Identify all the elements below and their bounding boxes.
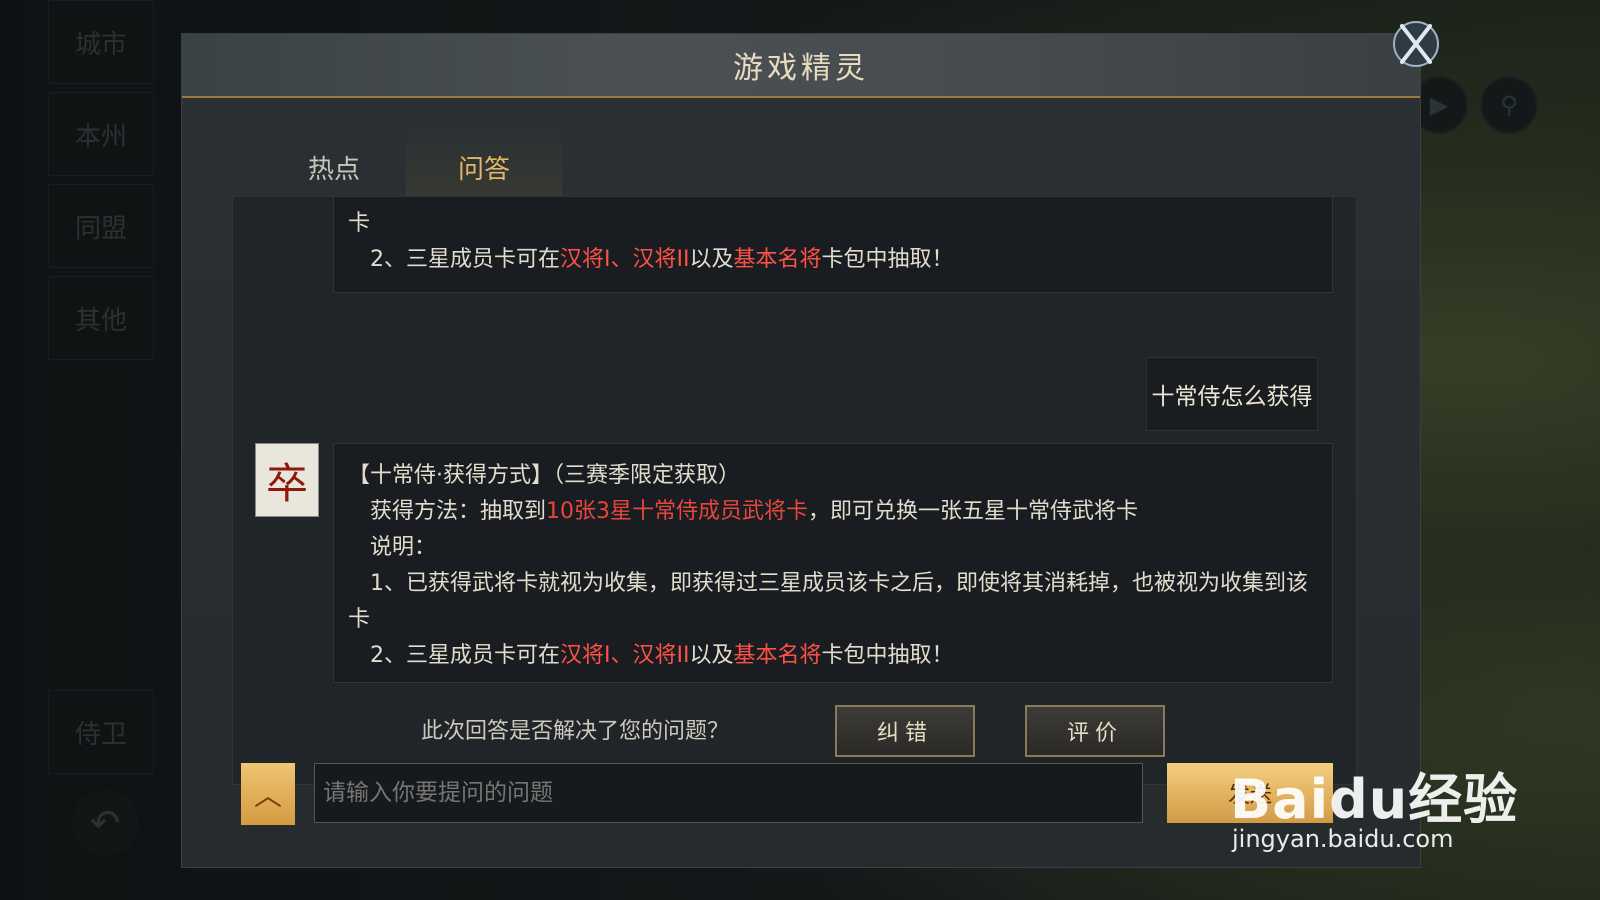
watermark-url: jingyan.baidu.com xyxy=(1232,825,1454,853)
baidu-watermark: Baidu经验 jingyan.baidu.com xyxy=(1230,735,1520,865)
answer-method: 获得方法：抽取到10张3星十常侍成员武将卡，即可兑换一张五星十常侍武将卡 xyxy=(348,494,1318,530)
close-icon xyxy=(1393,21,1439,67)
answer-note-label: 说明： xyxy=(370,535,437,560)
text-segment: 卡包中抽取！ xyxy=(821,643,954,668)
text-segment: 以及 xyxy=(689,643,734,668)
assistant-avatar: 卒 xyxy=(255,443,319,517)
prev-answer-line1: 1、已获得武将卡就视为收集，即获得过三星成员该卡之后，即使将其消耗掉，也被视为收… xyxy=(348,197,1318,206)
close-button[interactable] xyxy=(1388,14,1444,74)
dialog-title: 游戏精灵 xyxy=(733,51,869,86)
answer-bubble: 【十常侍·获得方式】（三赛季限定获取） 获得方法：抽取到10张3星十常侍成员武将… xyxy=(333,443,1333,683)
previous-answer-bubble: 1、已获得武将卡就视为收集，即获得过三星成员该卡之后，即使将其消耗掉，也被视为收… xyxy=(333,197,1333,293)
text-segment: 2、三星成员卡可在 xyxy=(370,247,560,272)
highlight-text: 汉将I、汉将II xyxy=(560,643,690,668)
text-segment: 卡包中抽取！ xyxy=(821,247,954,272)
answer-line1: 1、已获得武将卡就视为收集，即获得过三星成员该卡之后，即使将其消耗掉，也被视为收… xyxy=(370,571,1309,596)
highlight-text: 基本名将 xyxy=(733,643,822,668)
chat-panel[interactable]: 1、已获得武将卡就视为收集，即获得过三星成员该卡之后，即使将其消耗掉，也被视为收… xyxy=(232,196,1357,785)
question-input[interactable] xyxy=(314,763,1143,823)
prev-answer-wrap: 卡 xyxy=(348,211,371,236)
watermark-main: Baidu经验 xyxy=(1230,768,1519,831)
rate-button[interactable]: 评价 xyxy=(1025,705,1165,757)
chevron-up-icon: ︿ xyxy=(253,779,282,812)
highlight-text: 10张3星十常侍成员武将卡 xyxy=(546,499,809,524)
text-segment: ，即可兑换一张五星十常侍武将卡 xyxy=(808,499,1139,524)
text-segment: 2、三星成员卡可在 xyxy=(370,643,560,668)
answer-wrap: 卡 xyxy=(348,607,371,632)
expand-button[interactable]: ︿ xyxy=(241,763,295,825)
highlight-text: 基本名将 xyxy=(733,247,822,272)
correct-error-button[interactable]: 纠错 xyxy=(835,705,975,757)
answer-heading: 【十常侍·获得方式】（三赛季限定获取） xyxy=(348,463,740,488)
feedback-question: 此次回答是否解决了您的问题？ xyxy=(421,719,730,744)
user-question-bubble: 十常侍怎么获得 xyxy=(1146,357,1318,431)
text-segment: 获得方法：抽取到 xyxy=(370,499,547,524)
dialog-title-bar: 游戏精灵 xyxy=(182,34,1420,98)
text-segment: 以及 xyxy=(689,247,734,272)
answer-line2: 2、三星成员卡可在汉将I、汉将II以及基本名将卡包中抽取！ xyxy=(348,638,1318,674)
prev-answer-line2: 2、三星成员卡可在汉将I、汉将II以及基本名将卡包中抽取！ xyxy=(348,242,1318,278)
highlight-text: 汉将I、汉将II xyxy=(560,247,690,272)
